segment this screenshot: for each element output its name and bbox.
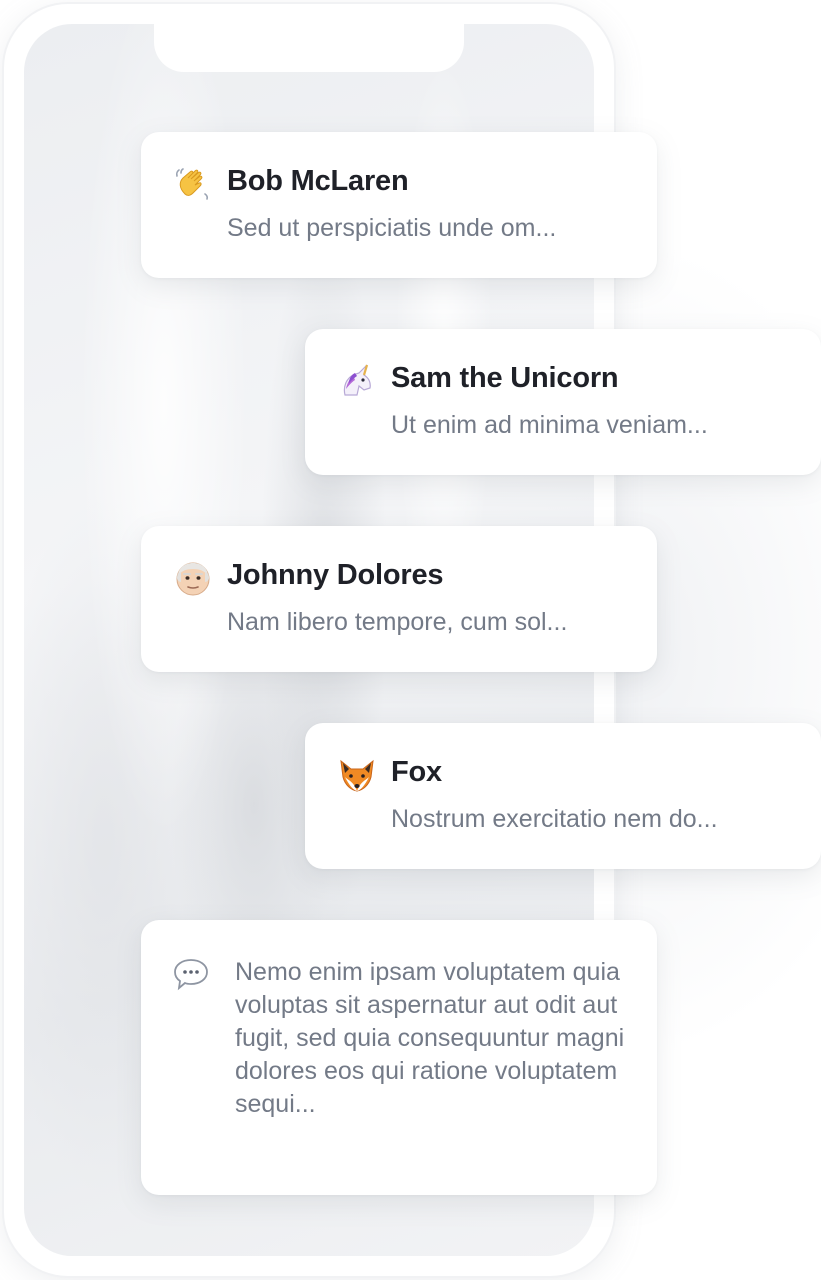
chat-name: Johnny Dolores	[227, 559, 444, 591]
speech-bubble-icon	[174, 959, 208, 991]
waving-hand-icon	[175, 168, 209, 200]
chat-card-sam-the-unicorn[interactable]: Sam the Unicorn Ut enim ad minima veniam…	[305, 329, 821, 475]
unicorn-icon	[343, 364, 371, 396]
old-man-icon	[176, 562, 210, 596]
chat-preview: Ut enim ad minima veniam...	[391, 411, 708, 439]
chat-name: Sam the Unicorn	[391, 362, 619, 394]
stage: Bob McLaren Sed ut perspiciatis unde om.…	[0, 0, 821, 1280]
chat-preview: Sed ut perspiciatis unde om...	[227, 214, 557, 242]
chat-name: Fox	[391, 756, 442, 788]
chat-card-johnny-dolores[interactable]: Johnny Dolores Nam libero tempore, cum s…	[141, 526, 657, 672]
chat-preview: Nam libero tempore, cum sol...	[227, 608, 568, 636]
chat-card-fox[interactable]: Fox Nostrum exercitatio nem do...	[305, 723, 821, 869]
chat-card-bob-mclaren[interactable]: Bob McLaren Sed ut perspiciatis unde om.…	[141, 132, 657, 278]
chat-name: Bob McLaren	[227, 165, 409, 197]
phone-notch	[154, 24, 464, 72]
fox-icon	[340, 759, 374, 792]
chat-preview: Nostrum exercitatio nem do...	[391, 805, 718, 833]
message-card[interactable]: Nemo enim ipsam voluptatem quia voluptas…	[141, 920, 657, 1195]
message-text: Nemo enim ipsam voluptatem quia voluptas…	[235, 958, 625, 1118]
